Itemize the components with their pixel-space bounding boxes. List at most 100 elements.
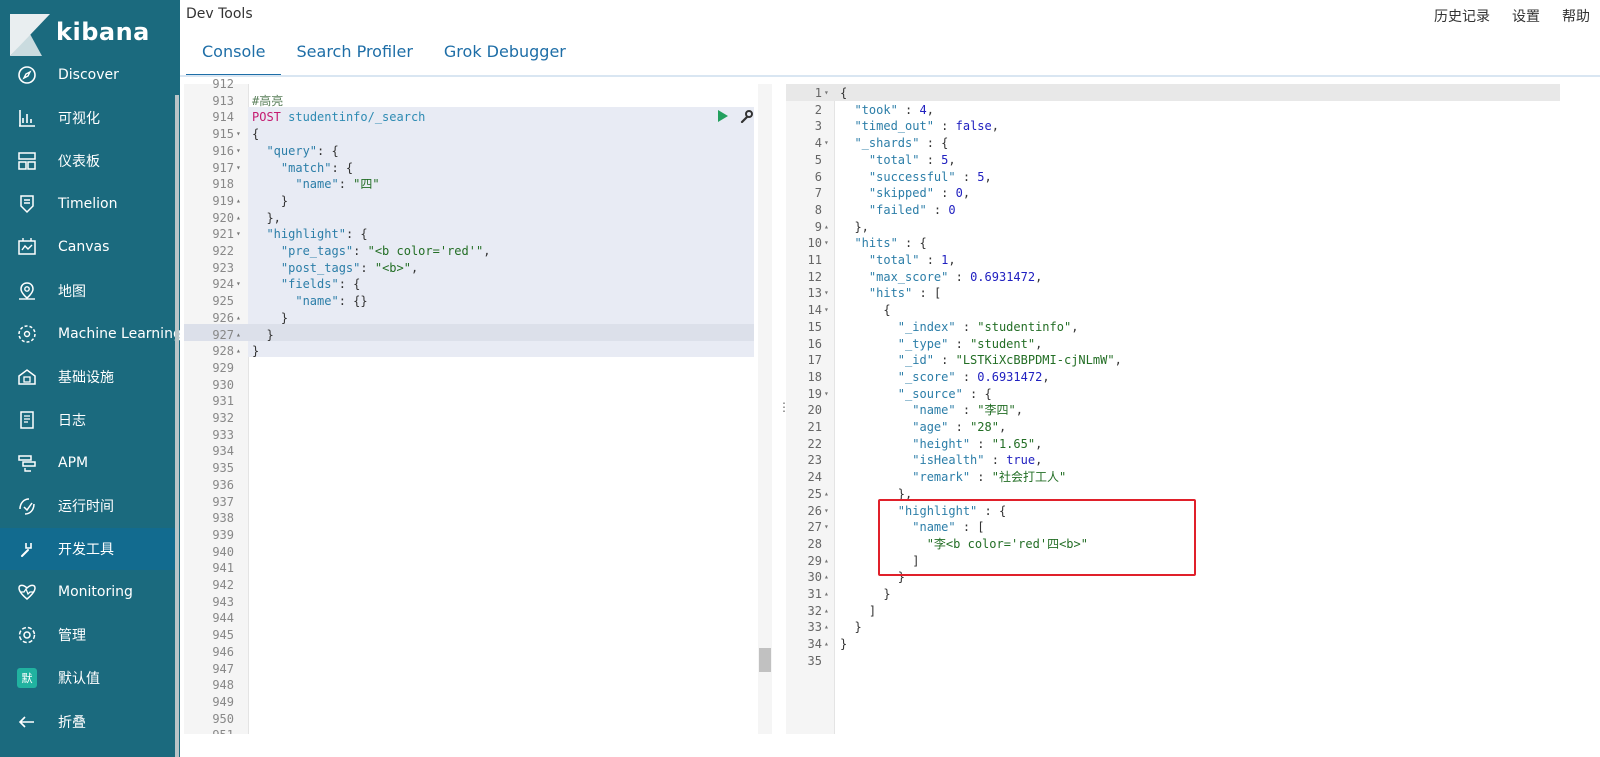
- code-line[interactable]: {: [252, 126, 259, 143]
- sidebar-item-11[interactable]: 开发工具: [0, 528, 175, 571]
- sidebar-item-0[interactable]: Discover: [0, 54, 175, 96]
- sidebar-item-8[interactable]: 日志: [0, 399, 175, 441]
- line-number: 930: [212, 377, 234, 392]
- sidebar-scrollbar[interactable]: [175, 95, 179, 757]
- settings-link[interactable]: 设置: [1512, 6, 1540, 26]
- send-request-icon[interactable]: [718, 110, 728, 122]
- sidebar-item-4[interactable]: Canvas: [0, 226, 175, 268]
- fold-caret-down-icon[interactable]: ▾: [824, 235, 834, 252]
- wrench-icon[interactable]: [740, 110, 753, 123]
- code-token: :: [955, 369, 978, 384]
- code-token: {: [252, 127, 260, 142]
- code-token: ,: [948, 152, 956, 167]
- sidebar-item-2[interactable]: 仪表板: [0, 140, 175, 182]
- sidebar-item-3[interactable]: Timelion: [0, 183, 175, 225]
- code-token: :: [897, 102, 920, 117]
- sidebar-item-9[interactable]: APM: [0, 442, 175, 484]
- response-line: ]: [840, 603, 876, 620]
- fold-caret-down-icon[interactable]: ▾: [236, 143, 246, 160]
- code-line[interactable]: }: [252, 343, 259, 360]
- bottom-strip: [180, 734, 1600, 757]
- fold-caret-down-icon[interactable]: ▾: [824, 135, 834, 152]
- fold-caret-up-icon[interactable]: ▴: [824, 219, 834, 236]
- sidebar-item-label: 基础设施: [58, 369, 114, 386]
- code-line[interactable]: "fields": {: [252, 276, 360, 293]
- canvas-icon: [16, 236, 38, 258]
- code-line[interactable]: "post_tags": "<b>",: [252, 260, 418, 277]
- fold-caret-down-icon[interactable]: ▾: [824, 519, 834, 536]
- fold-caret-up-icon[interactable]: ▴: [824, 603, 834, 620]
- code-line[interactable]: },: [252, 210, 280, 227]
- sidebar-item-5[interactable]: 地图: [0, 270, 175, 312]
- fold-caret-up-icon[interactable]: ▴: [824, 569, 834, 586]
- fold-caret-up-icon[interactable]: ▴: [824, 636, 834, 653]
- line-number: 915: [212, 127, 234, 142]
- sidebar-item-10[interactable]: 运行时间: [0, 485, 175, 527]
- sidebar-item-6[interactable]: Machine Learning: [0, 313, 182, 355]
- fold-caret-down-icon[interactable]: ▾: [236, 160, 246, 177]
- fold-caret-up-icon[interactable]: ▴: [236, 310, 246, 327]
- request-scroll-thumb[interactable]: [759, 648, 771, 672]
- response-line: "took" : 4,: [840, 102, 934, 119]
- sidebar-item-1[interactable]: 可视化: [0, 97, 175, 139]
- code-line[interactable]: }: [252, 193, 288, 210]
- code-line[interactable]: "pre_tags": "<b color='red'",: [252, 243, 491, 260]
- code-line[interactable]: }: [252, 327, 273, 344]
- fold-caret-up-icon[interactable]: ▴: [236, 193, 246, 210]
- fold-caret-down-icon[interactable]: ▾: [236, 276, 246, 293]
- sidebar-item-15[interactable]: 折叠: [0, 701, 175, 743]
- response-line: "_type" : "student",: [840, 336, 1043, 353]
- code-token: "isHealth": [912, 453, 985, 468]
- brand-name[interactable]: kibana: [56, 18, 150, 46]
- sidebar-item-12[interactable]: Monitoring: [0, 571, 175, 613]
- fold-caret-up-icon[interactable]: ▴: [236, 327, 246, 344]
- fold-caret-up-icon[interactable]: ▴: [236, 343, 246, 360]
- tab-grok-debugger[interactable]: Grok Debugger: [428, 36, 581, 76]
- code-token: "query": [266, 143, 318, 158]
- code-line[interactable]: "query": {: [252, 143, 338, 160]
- fold-caret-up-icon[interactable]: ▴: [824, 553, 834, 570]
- code-token: : {: [962, 386, 992, 401]
- tab-console[interactable]: Console: [186, 36, 281, 76]
- code-token: "pre_tags": [280, 244, 354, 258]
- fold-caret-down-icon[interactable]: ▾: [824, 386, 834, 403]
- fold-caret-down-icon[interactable]: ▾: [236, 126, 246, 143]
- tab-search-profiler[interactable]: Search Profiler: [281, 36, 428, 76]
- fold-caret-down-icon[interactable]: ▾: [824, 85, 834, 102]
- code-line[interactable]: "match": {: [252, 160, 353, 177]
- code-line[interactable]: "name": {}: [252, 293, 367, 310]
- code-line[interactable]: POST studentinfo/_search: [252, 109, 425, 126]
- request-editor[interactable]: 912 913 #高亮 914 POST studentinfo/_search 915 ▾…: [184, 77, 754, 742]
- sidebar-item-14[interactable]: 默 默认值: [0, 657, 175, 699]
- fold-caret-down-icon[interactable]: ▾: [824, 285, 834, 302]
- line-number: 24: [807, 470, 822, 485]
- sidebar-item-13[interactable]: 管理: [0, 614, 175, 656]
- fold-caret-down-icon[interactable]: ▾: [824, 302, 834, 319]
- history-link[interactable]: 历史记录: [1434, 6, 1490, 26]
- sidebar-item-7[interactable]: 基础设施: [0, 356, 175, 398]
- code-line[interactable]: #高亮: [252, 93, 283, 110]
- request-scrollbar[interactable]: [758, 84, 772, 734]
- uptime-icon: [16, 495, 38, 517]
- fold-caret-up-icon[interactable]: ▴: [824, 619, 834, 636]
- code-token: :: [948, 420, 971, 434]
- fold-caret-up-icon[interactable]: ▴: [824, 586, 834, 603]
- kibana-logo-icon[interactable]: [10, 14, 50, 56]
- line-number: 933: [212, 427, 234, 442]
- sidebar-item-label: 仪表板: [58, 154, 100, 171]
- code-token: :: [984, 453, 1007, 468]
- code-line[interactable]: "highlight": {: [252, 226, 367, 243]
- fold-caret-up-icon[interactable]: ▴: [236, 210, 246, 227]
- help-link[interactable]: 帮助: [1562, 6, 1590, 26]
- code-line[interactable]: }: [252, 310, 288, 327]
- fold-caret-up-icon[interactable]: ▴: [824, 486, 834, 503]
- infra-icon: [16, 366, 38, 388]
- line-number: 929: [212, 360, 234, 375]
- fold-caret-down-icon[interactable]: ▾: [824, 503, 834, 520]
- response-line: "timed_out" : false,: [840, 118, 999, 135]
- response-viewer[interactable]: 1 ▾{2 "took" : 4, 3 "timed_out" : false, 4 ▾…: [786, 84, 1560, 734]
- fold-caret-down-icon[interactable]: ▾: [236, 226, 246, 243]
- code-line[interactable]: "name": "四": [252, 176, 379, 193]
